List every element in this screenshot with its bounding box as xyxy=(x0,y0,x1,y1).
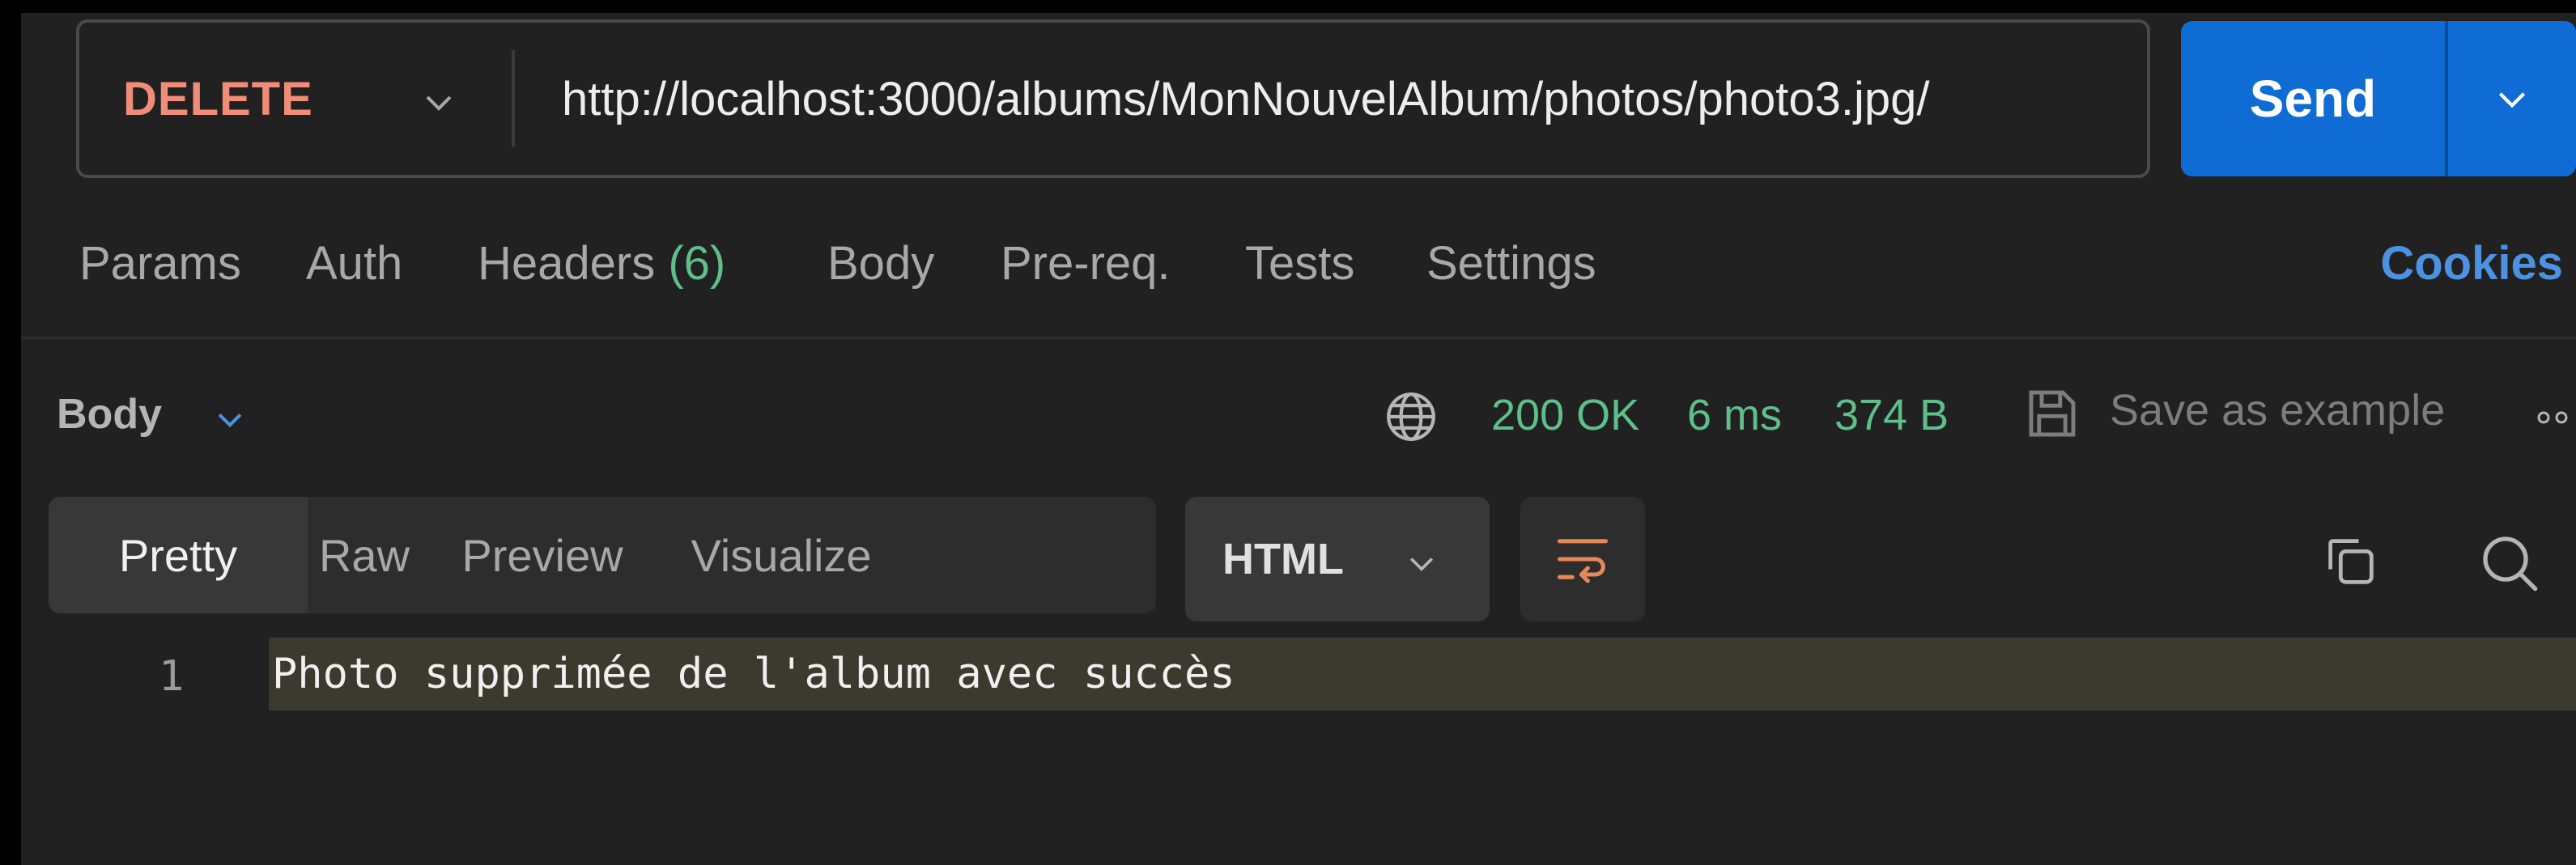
word-wrap-button[interactable] xyxy=(1520,497,1645,621)
tab-settings[interactable]: Settings xyxy=(1426,236,1596,290)
send-options-button[interactable] xyxy=(2448,21,2576,176)
response-body-text[interactable]: Photo supprimée de l'album avec succès xyxy=(269,638,2576,710)
more-icon[interactable] xyxy=(2537,409,2576,426)
response-view-tabs: Pretty Raw Preview Visualize xyxy=(49,497,1156,613)
postman-request-panel: DELETE http://localhost:3000/albums/MonN… xyxy=(21,13,2576,865)
send-button[interactable]: Send xyxy=(2181,21,2445,176)
status-badge[interactable]: 200 OK xyxy=(1491,390,1639,440)
save-as-example-button[interactable]: Save as example xyxy=(2110,385,2445,435)
response-size[interactable]: 374 B xyxy=(1834,390,1949,440)
tab-auth[interactable]: Auth xyxy=(306,236,402,290)
search-icon[interactable] xyxy=(2477,531,2542,596)
view-tab-visualize[interactable]: Visualize xyxy=(664,497,899,613)
line-number: 1 xyxy=(159,652,185,701)
tab-headers-label: Headers xyxy=(478,237,656,290)
globe-icon[interactable] xyxy=(1381,387,1441,447)
chevron-down-icon xyxy=(1409,558,1434,571)
tab-prereq[interactable]: Pre-req. xyxy=(1001,236,1171,290)
chevron-down-icon xyxy=(426,95,452,111)
response-time[interactable]: 6 ms xyxy=(1687,390,1782,440)
method-select[interactable]: DELETE xyxy=(79,23,512,175)
request-tabs: Params Auth Headers (6) Body Pre-req. Te… xyxy=(21,215,2576,304)
language-select[interactable]: HTML xyxy=(1185,497,1490,621)
view-tab-preview[interactable]: Preview xyxy=(421,497,664,613)
request-url-bar: DELETE http://localhost:3000/albums/MonN… xyxy=(76,19,2150,178)
word-wrap-icon xyxy=(1557,539,1609,583)
chevron-down-icon[interactable] xyxy=(212,401,248,437)
tab-headers[interactable]: Headers (6) xyxy=(478,236,725,290)
response-header: Body 200 OK 6 ms 374 B Save as example xyxy=(21,353,2576,466)
send-button-group: Send xyxy=(2181,21,2576,176)
view-tab-pretty[interactable]: Pretty xyxy=(49,497,308,613)
tab-params[interactable]: Params xyxy=(79,236,241,290)
tab-tests[interactable]: Tests xyxy=(1245,236,1354,290)
save-icon[interactable] xyxy=(2021,382,2084,445)
url-input[interactable]: http://localhost:3000/albums/MonNouvelAl… xyxy=(515,72,2147,126)
section-divider xyxy=(21,337,2576,339)
chevron-down-icon xyxy=(2498,92,2526,108)
tab-body[interactable]: Body xyxy=(827,236,934,290)
language-label: HTML xyxy=(1222,535,1344,583)
response-section-select[interactable]: Body xyxy=(57,390,162,439)
method-label: DELETE xyxy=(123,72,313,125)
code-line: 1 Photo supprimée de l'album avec succès xyxy=(21,638,2576,710)
cookies-link[interactable]: Cookies xyxy=(2380,236,2563,290)
copy-icon[interactable] xyxy=(2320,531,2382,592)
view-tab-raw[interactable]: Raw xyxy=(308,497,421,613)
headers-count-badge: (6) xyxy=(668,237,726,290)
